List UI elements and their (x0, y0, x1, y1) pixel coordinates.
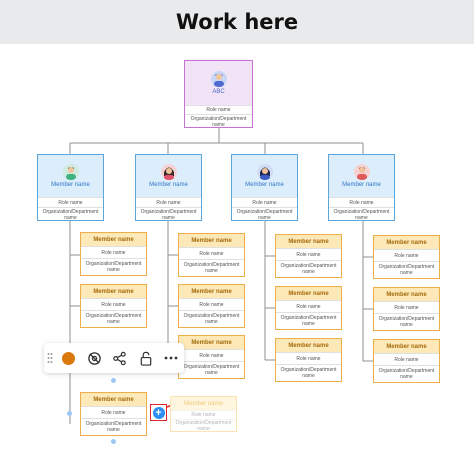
org-card-level2[interactable]: Member name Role name Organization/Depar… (275, 286, 342, 330)
role-name: Role name (276, 248, 341, 260)
member-name: Member name (245, 182, 284, 188)
hide-icon[interactable] (81, 345, 107, 371)
plus-icon: + (152, 406, 165, 419)
org-name: Organization/Department name (374, 365, 439, 381)
member-name: Member name (184, 400, 223, 407)
role-name: Role name (136, 197, 201, 207)
drag-handle-icon[interactable] (44, 345, 56, 371)
org-name: Organization/Department name (81, 310, 146, 326)
role-name: Role name (329, 197, 394, 207)
member-name: Member name (191, 339, 232, 346)
role-name: Role name (276, 352, 341, 364)
org-name: Organization/Department name (276, 364, 341, 380)
org-card-level2[interactable]: Member name Role name Organization/Depar… (80, 392, 147, 436)
org-name: Organization/Department name (374, 313, 439, 329)
role-name: Role name (185, 105, 252, 114)
role-name: Role name (81, 298, 146, 310)
role-name: Role name (38, 197, 103, 207)
org-name: Organization/Department name (171, 419, 236, 431)
role-name: Role name (232, 197, 297, 207)
avatar (353, 164, 370, 180)
org-name: Organization/Department name (179, 361, 244, 377)
org-name: Organization/Department name (276, 260, 341, 276)
org-name: Organization/Department name (374, 261, 439, 277)
ghost-card-preview: Member name Role name Organization/Depar… (170, 396, 237, 432)
member-name: Member name (149, 182, 188, 188)
role-name: Role name (374, 353, 439, 365)
org-name: Organization/Department name (136, 207, 201, 220)
role-name: Role name (179, 247, 244, 259)
org-card-level2[interactable]: Member name Role name Organization/Depar… (178, 284, 245, 328)
org-card-level1[interactable]: Member name Role name Organization/Depar… (231, 154, 298, 221)
member-name: Member name (342, 182, 381, 188)
org-name: Organization/Department name (276, 312, 341, 328)
org-name: Organization/Department name (38, 207, 103, 220)
add-sibling-button[interactable]: + (150, 404, 167, 421)
org-card-level1[interactable]: Member name Role name Organization/Depar… (328, 154, 395, 221)
member-name: Member name (191, 288, 232, 295)
org-card-level2[interactable]: Member name Role name Organization/Depar… (373, 339, 440, 383)
member-name: Member name (288, 290, 329, 297)
role-name: Role name (374, 249, 439, 261)
org-name: Organization/Department name (185, 114, 252, 127)
org-card-level2[interactable]: Member name Role name Organization/Depar… (178, 233, 245, 277)
org-name: Organization/Department name (81, 418, 146, 434)
share-icon[interactable] (107, 345, 133, 371)
member-name: ABC (212, 89, 225, 95)
org-name: Organization/Department name (81, 258, 146, 274)
role-name: Role name (374, 301, 439, 313)
member-name: Member name (288, 342, 329, 349)
member-name: Member name (386, 343, 427, 350)
color-swatch-icon[interactable] (56, 345, 82, 371)
role-name: Role name (276, 300, 341, 312)
member-name: Member name (386, 239, 427, 246)
org-card-level2[interactable]: Member name Role name Organization/Depar… (80, 232, 147, 276)
member-name: Member name (51, 182, 90, 188)
org-name: Organization/Department name (329, 207, 394, 220)
avatar (160, 164, 177, 180)
role-name: Role name (81, 246, 146, 258)
selection-handle-top[interactable] (111, 378, 116, 383)
more-icon[interactable] (158, 345, 184, 371)
avatar (210, 71, 227, 87)
lock-icon[interactable] (133, 345, 159, 371)
org-card-level1[interactable]: Member name Role name Organization/Depar… (135, 154, 202, 221)
member-name: Member name (93, 236, 134, 243)
avatar (62, 164, 79, 180)
org-name: Organization/Department name (179, 259, 244, 275)
selection-handle-left[interactable] (67, 411, 72, 416)
member-name: Member name (93, 396, 134, 403)
member-name: Member name (191, 237, 232, 244)
org-card-root[interactable]: ABC Role name Organization/Department na… (184, 60, 253, 128)
org-card-level2[interactable]: Member name Role name Organization/Depar… (373, 235, 440, 279)
org-name: Organization/Department name (179, 310, 244, 326)
role-name: Role name (179, 298, 244, 310)
selection-handle-bottom[interactable] (111, 439, 116, 444)
org-card-level1[interactable]: Member name Role name Organization/Depar… (37, 154, 104, 221)
member-name: Member name (288, 238, 329, 245)
floating-toolbar (44, 343, 184, 373)
member-name: Member name (93, 288, 134, 295)
member-name: Member name (386, 291, 427, 298)
role-name: Role name (81, 406, 146, 418)
avatar (256, 164, 273, 180)
org-card-level2[interactable]: Member name Role name Organization/Depar… (80, 284, 147, 328)
org-card-level2[interactable]: Member name Role name Organization/Depar… (275, 234, 342, 278)
org-name: Organization/Department name (232, 207, 297, 220)
role-name: Role name (179, 349, 244, 361)
org-card-level2[interactable]: Member name Role name Organization/Depar… (178, 335, 245, 379)
org-card-level2[interactable]: Member name Role name Organization/Depar… (275, 338, 342, 382)
org-card-level2[interactable]: Member name Role name Organization/Depar… (373, 287, 440, 331)
role-name: Role name (171, 410, 236, 419)
